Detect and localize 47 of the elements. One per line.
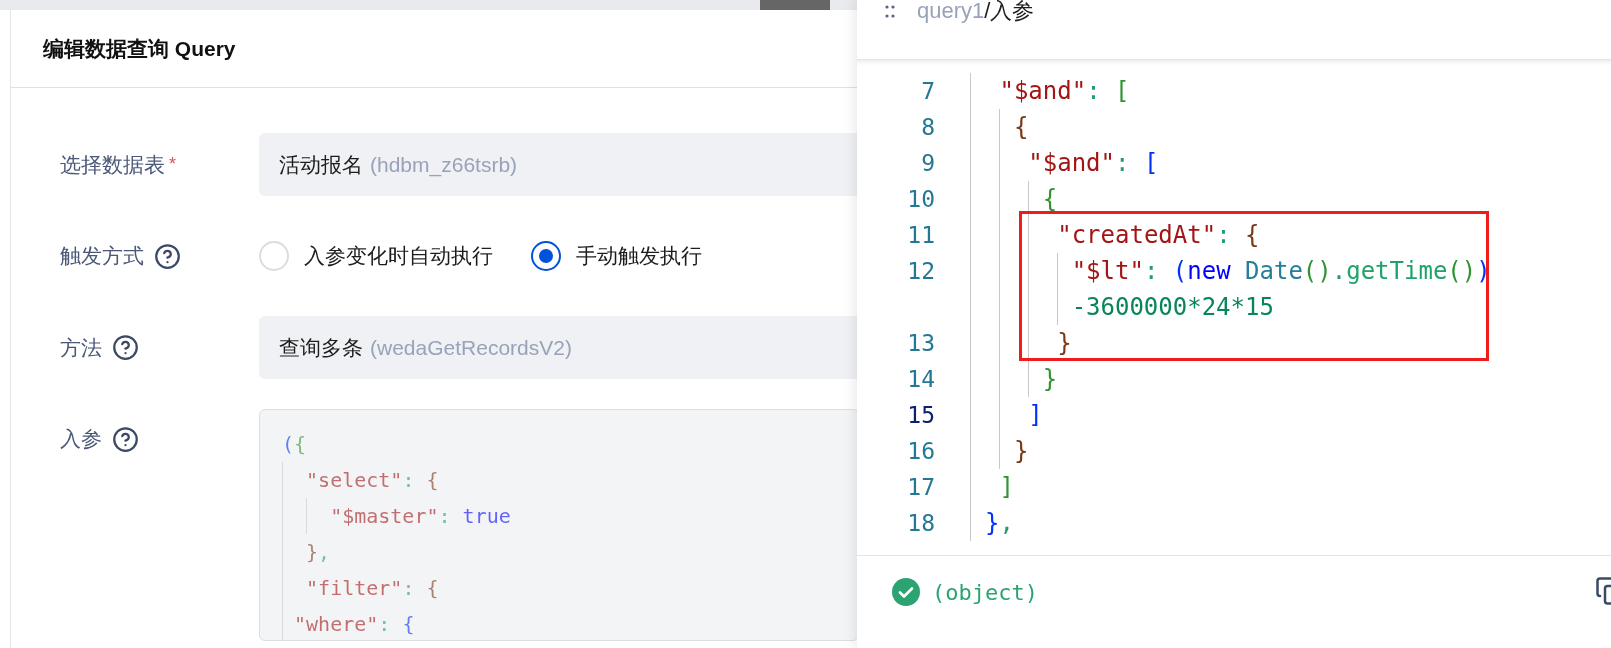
help-icon[interactable] (154, 242, 181, 270)
code-line: "$and": [ (985, 145, 1159, 181)
code-line: } (985, 433, 1029, 469)
line-number: 17 (906, 474, 935, 500)
drag-handle-icon[interactable] (885, 4, 895, 20)
panel-title: 编辑数据查询 Query (43, 35, 236, 62)
result-type: (object) (932, 579, 1038, 605)
code-line: } (985, 361, 1058, 397)
line-number: 12 (906, 258, 935, 284)
line-number: 10 (906, 186, 935, 212)
code-line: -3600000*24*15 (985, 289, 1274, 325)
code-line: }, (282, 534, 331, 570)
code-line: ] (985, 397, 1043, 433)
line-number: 13 (906, 330, 935, 356)
field-label: 入参 (60, 426, 102, 452)
code-line: { (985, 109, 1029, 145)
code-line: "$and": [ (998, 76, 1130, 107)
field-label: 选择数据表 (60, 151, 165, 178)
required-mark: * (169, 154, 176, 175)
radio-button[interactable] (531, 241, 561, 271)
line-number: 8 (920, 114, 935, 140)
code-line: ] (998, 472, 1014, 503)
field-label: 方法 (60, 334, 102, 361)
code-line: "select": { (282, 462, 439, 498)
select-field[interactable]: 活动报名 (hdbm_z66tsrb) (259, 133, 857, 196)
radio-option[interactable]: 手动触发执行 (531, 241, 702, 271)
line-number: 9 (920, 150, 935, 176)
radio-option[interactable]: 入参变化时自动执行 (259, 241, 493, 271)
code-line: "$lt": (new Date().getTime()) (985, 253, 1491, 289)
line-number: 11 (906, 222, 935, 248)
code-line: ({ (282, 431, 307, 458)
line-number: 7 (920, 78, 935, 104)
line-number: 15 (906, 402, 935, 428)
select-field[interactable]: 查询多条 (wedaGetRecordsV2) (259, 316, 857, 379)
code-line: "where": { (282, 606, 415, 640)
code-line: "createdAt": { (985, 217, 1260, 253)
line-number: 14 (906, 366, 935, 392)
line-number: 16 (906, 438, 935, 464)
code-line: }, (985, 508, 1014, 539)
breadcrumb: query1/入参 (917, 0, 1035, 22)
code-line: "filter": { (282, 570, 439, 606)
line-number: 18 (906, 510, 935, 536)
help-icon[interactable] (112, 334, 139, 361)
code-line: } (985, 325, 1072, 361)
code-line: "$master": true (282, 498, 511, 534)
field-label: 触发方式 (60, 243, 144, 269)
code-line: { (985, 181, 1058, 217)
